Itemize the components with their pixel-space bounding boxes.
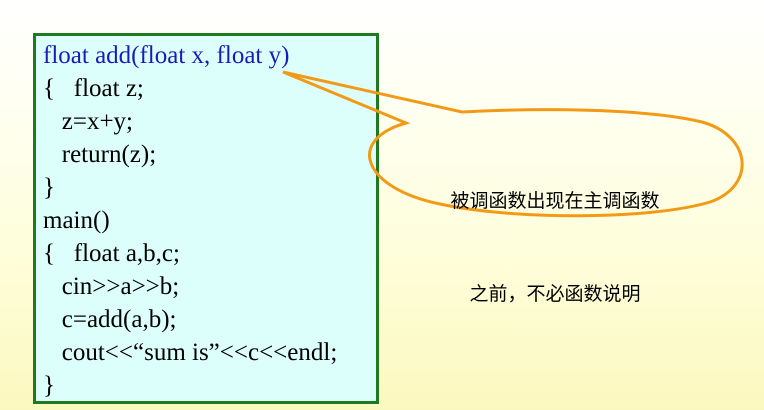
code-line: return(z);	[43, 141, 157, 168]
code-line: }	[43, 372, 55, 399]
code-line: main()	[43, 207, 110, 234]
code-line: cout<<“sum is”<<c<<endl;	[43, 339, 338, 366]
code-lines: float add(float x, float y) { float z; z…	[43, 39, 337, 402]
code-box: float add(float x, float y) { float z; z…	[33, 33, 379, 404]
code-line: }	[43, 174, 55, 201]
code-line: { float z;	[43, 75, 144, 102]
code-line: { float a,b,c;	[43, 240, 180, 267]
code-line: c=add(a,b);	[43, 306, 177, 333]
code-line-function-signature: float add(float x, float y)	[43, 42, 290, 69]
callout-text-line-1: 被调函数出现在主调函数	[450, 190, 660, 212]
code-line: cin>>a>>b;	[43, 273, 180, 300]
callout-text-line-2: 之前，不必函数说明	[469, 283, 641, 305]
code-line: z=x+y;	[43, 108, 133, 135]
callout-text: 被调函数出现在主调函数 之前，不必函数说明	[405, 124, 705, 341]
